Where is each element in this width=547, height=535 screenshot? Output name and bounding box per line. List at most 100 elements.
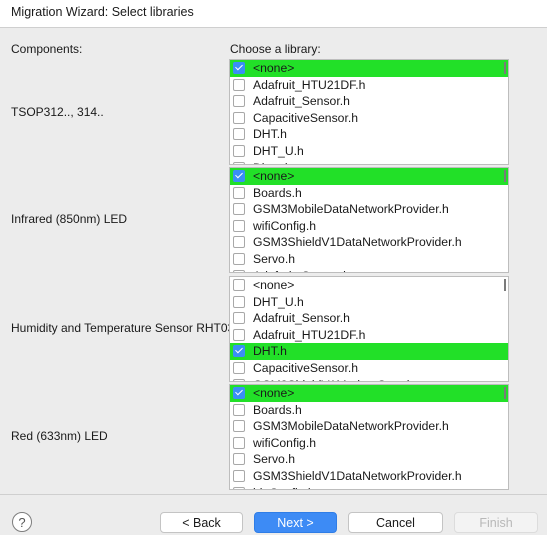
library-checkbox[interactable] [233,403,245,416]
library-option-label: CapacitiveSensor.h [253,360,359,375]
library-checkbox[interactable] [233,486,245,489]
library-option[interactable]: <none> [230,168,508,185]
library-checkbox[interactable] [233,469,245,482]
library-checkbox[interactable] [233,361,245,374]
finish-button: Finish [454,512,538,533]
library-option-label: Adafruit_HTU21DF.h [253,327,366,342]
library-checkbox[interactable] [233,203,245,216]
library-option-label: Servo.h [253,251,296,266]
library-checkbox[interactable] [233,186,245,199]
library-list[interactable]: <none> Boards.h GSM3MobileDataNetworkProvi… [229,167,509,273]
components-header: Components: [11,42,83,56]
library-checkbox[interactable] [233,161,245,164]
library-option[interactable]: Boards.h [230,185,508,202]
library-option-label: <none> [253,61,295,75]
library-option[interactable]: Servo.h [230,251,508,268]
library-checkbox[interactable] [233,436,245,449]
library-option-label: DHT_U.h [253,294,304,309]
window-title: Migration Wizard: Select libraries [11,5,194,19]
cancel-button[interactable]: Cancel [348,512,443,533]
library-header: Choose a library: [230,42,321,56]
library-option-label: Adafruit_Sensor.h [253,269,350,272]
library-option-label: <none> [253,278,295,292]
library-option[interactable]: <none> [230,60,508,77]
library-option[interactable]: DHT_U.h [230,294,508,311]
library-option[interactable]: CapacitiveSensor.h [230,110,508,127]
library-checkbox[interactable] [233,252,245,265]
library-list[interactable]: <none> Adafruit_HTU21DF.h Adafruit_Sensor.… [229,59,509,165]
library-option-label: GSM3MobileDataNetworkProvider.h [253,419,449,434]
library-option-label: wifiConfig.h [253,218,316,233]
library-checkbox[interactable] [233,378,245,381]
library-checkbox[interactable] [233,111,245,124]
library-option[interactable]: Servo.h [230,451,508,468]
library-option[interactable]: GSM3ShieldV1ModemCore.h [230,377,508,381]
library-checkbox[interactable] [233,236,245,249]
library-checkbox[interactable] [233,328,245,341]
library-checkbox[interactable] [233,78,245,91]
help-icon[interactable]: ? [12,512,32,532]
library-option-label: Adafruit_Sensor.h [253,94,350,109]
library-option[interactable]: GSM3ShieldV1DataNetworkProvider.h [230,234,508,251]
library-checkbox[interactable] [233,95,245,108]
library-option[interactable]: Boards.h [230,402,508,419]
library-option-label: CapacitiveSensor.h [253,110,359,125]
scrollbar-thumb[interactable] [504,279,506,291]
library-option-label: Adafruit_Sensor.h [253,311,350,326]
library-checkbox[interactable] [233,420,245,433]
library-checkbox[interactable] [233,279,245,291]
library-option-label: bleConfig.h [253,486,315,489]
button-bar-divider [0,494,547,495]
library-option-label: wifiConfig.h [253,435,316,450]
library-option-label: Servo.h [253,452,296,467]
library-option-label: GSM3MobileDataNetworkProvider.h [253,202,449,217]
library-option[interactable]: wifiConfig.h [230,218,508,235]
next-button[interactable]: Next > [254,512,337,533]
library-option[interactable]: <none> [230,277,508,294]
component-label: Red (633nm) LED [11,429,108,443]
library-option[interactable]: GSM3ShieldV1DataNetworkProvider.h [230,468,508,485]
library-checkbox[interactable] [233,269,245,272]
title-bar: Migration Wizard: Select libraries [0,0,547,27]
library-option-label: Adafruit_HTU21DF.h [253,77,366,92]
library-option-label: DHT_U.h [253,143,304,158]
library-option-label: GSM3ShieldV1DataNetworkProvider.h [253,235,462,250]
library-option[interactable]: GSM3MobileDataNetworkProvider.h [230,418,508,435]
component-label: Infrared (850nm) LED [11,212,128,226]
library-option[interactable]: DHT_U.h [230,143,508,160]
scrollbar-thumb[interactable] [504,170,506,182]
library-option[interactable]: DHT.h [230,343,508,360]
library-option[interactable]: wifiConfig.h [230,435,508,452]
library-option[interactable]: DHT.h [230,126,508,143]
library-option[interactable]: <none> [230,385,508,402]
library-checkbox[interactable] [233,345,245,358]
scrollbar-thumb[interactable] [504,62,506,74]
scrollbar-thumb[interactable] [504,387,506,399]
library-checkbox[interactable] [233,312,245,325]
library-option[interactable]: bleConfig.h [230,485,508,489]
library-option-label: GSM3ShieldV1ModemCore.h [253,378,414,381]
library-option-label: <none> [253,386,295,400]
library-list[interactable]: <none> DHT_U.h Adafruit_Sensor.h Adafruit_H… [229,276,509,382]
library-option[interactable]: GSM3MobileDataNetworkProvider.h [230,201,508,218]
library-option[interactable]: Adafruit_Sensor.h [230,93,508,110]
library-checkbox[interactable] [233,128,245,141]
library-option[interactable]: Dhcp.h [230,160,508,164]
library-option[interactable]: Adafruit_Sensor.h [230,310,508,327]
back-button[interactable]: < Back [160,512,243,533]
library-checkbox[interactable] [233,62,245,74]
library-checkbox[interactable] [233,453,245,466]
library-option-label: DHT.h [253,344,287,359]
library-checkbox[interactable] [233,219,245,232]
component-label: Humidity and Temperature Sensor RHT03 [11,321,235,335]
component-label: TSOP312.., 314.. [11,105,104,119]
library-option[interactable]: CapacitiveSensor.h [230,360,508,377]
library-list[interactable]: <none> Boards.h GSM3MobileDataNetworkProvi… [229,384,509,490]
library-checkbox[interactable] [233,295,245,308]
library-option[interactable]: Adafruit_HTU21DF.h [230,77,508,94]
library-option[interactable]: Adafruit_HTU21DF.h [230,327,508,344]
library-checkbox[interactable] [233,144,245,157]
library-option[interactable]: Adafruit_Sensor.h [230,268,508,272]
library-checkbox[interactable] [233,170,245,182]
library-checkbox[interactable] [233,387,245,399]
